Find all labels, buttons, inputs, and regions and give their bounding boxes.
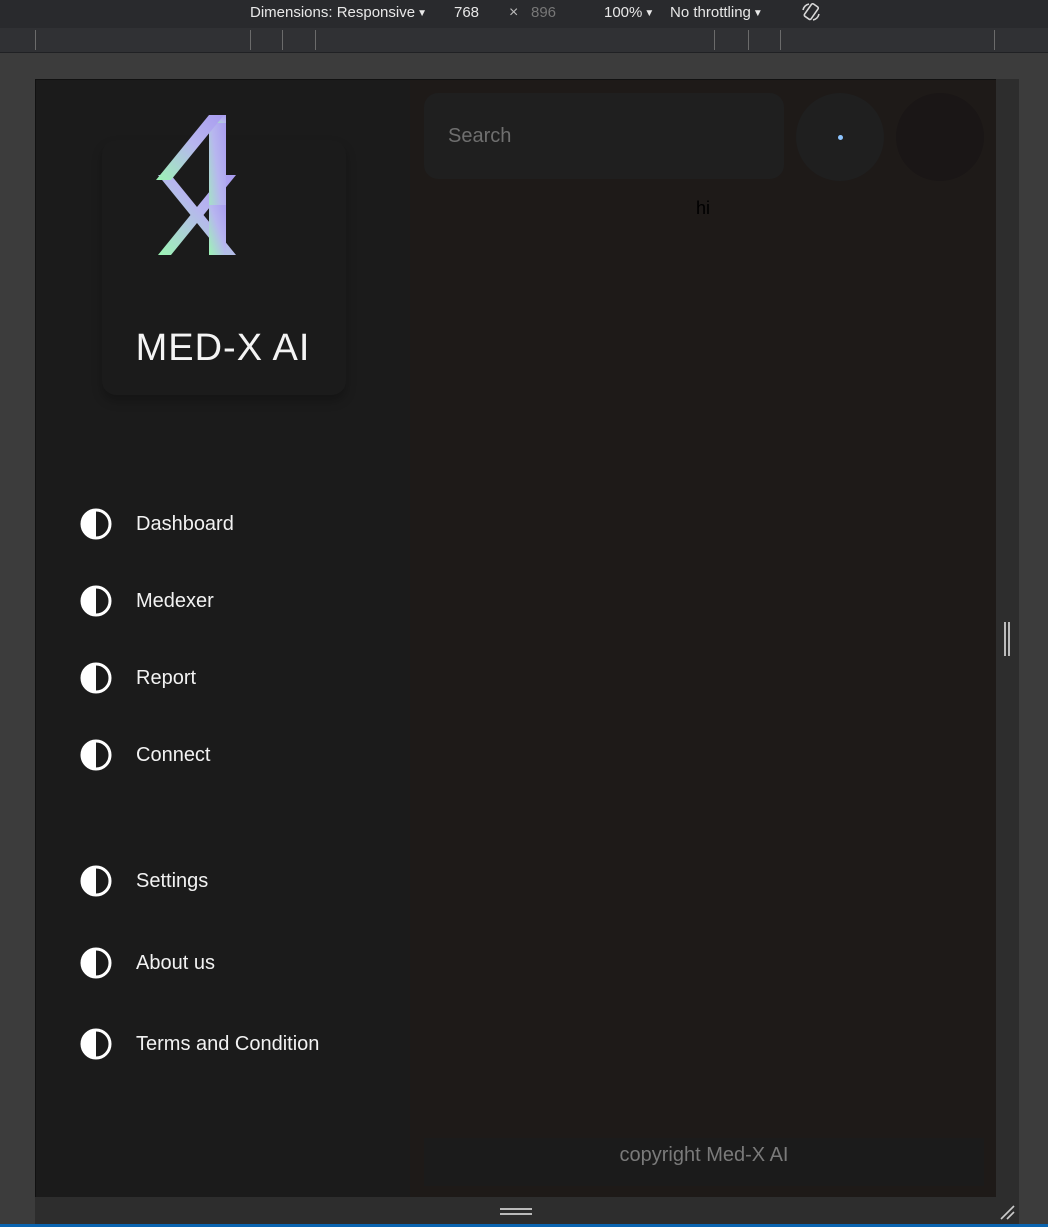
nav-item-settings[interactable]: Settings <box>80 865 208 897</box>
content-text: hi <box>696 198 711 218</box>
half-circle-icon <box>80 585 112 617</box>
nav-item-report[interactable]: Report <box>80 662 196 694</box>
emulated-viewport: MED-X AI Dashboard Medexer Report Connec… <box>35 79 998 1199</box>
dimensions-label: Dimensions: Responsive <box>250 4 416 21</box>
throttling-label: No throttling <box>670 4 751 21</box>
nav-label: Connect <box>136 743 211 766</box>
nav-label: Dashboard <box>136 512 234 535</box>
avatar[interactable] <box>896 93 984 181</box>
nav-label: About us <box>136 951 215 974</box>
nav-item-terms[interactable]: Terms and Condition <box>80 1028 319 1060</box>
half-circle-icon <box>80 947 112 979</box>
footer: copyright Med-X AI <box>424 1138 984 1186</box>
half-circle-icon <box>80 508 112 540</box>
half-circle-icon <box>80 865 112 897</box>
media-query-ruler <box>0 28 1048 53</box>
height-input[interactable]: 896 <box>531 4 556 21</box>
nav-item-about-us[interactable]: About us <box>80 947 215 979</box>
notification-button[interactable] <box>796 93 884 181</box>
copyright-text: copyright Med-X AI <box>619 1144 789 1166</box>
caret-down-icon: ▼ <box>644 8 655 19</box>
half-circle-icon <box>80 1028 112 1060</box>
brand-name: MED-X AI <box>135 327 311 369</box>
nav-label: Report <box>136 666 197 689</box>
dimensions-dropdown[interactable]: Dimensions: Responsive ▼ <box>250 4 427 21</box>
nav-item-medexer[interactable]: Medexer <box>80 585 214 617</box>
caret-down-icon: ▼ <box>752 8 763 19</box>
search-input[interactable] <box>424 93 784 179</box>
width-resize-handle[interactable] <box>1004 622 1010 656</box>
corner-resize-icon[interactable] <box>998 1203 1016 1221</box>
nav-label: Medexer <box>136 589 214 612</box>
rotate-icon[interactable] <box>800 1 822 27</box>
times-icon: × <box>509 4 519 21</box>
zoom-label: 100% <box>604 4 643 21</box>
med-x-logo[interactable] <box>91 115 241 255</box>
main-content <box>410 80 997 1198</box>
devtools-toolbar: Dimensions: Responsive ▼ 768 × 896 100% ▼ … <box>0 0 1048 28</box>
height-resize-handle[interactable] <box>500 1208 532 1215</box>
caret-down-icon: ▼ <box>417 8 427 19</box>
half-circle-icon <box>80 739 112 771</box>
nav-item-connect[interactable]: Connect <box>80 739 211 771</box>
nav-label: Settings <box>136 869 209 892</box>
half-circle-icon <box>80 662 112 694</box>
status-dot <box>838 135 843 140</box>
nav-item-dashboard[interactable]: Dashboard <box>80 508 234 540</box>
nav-label: Terms and Condition <box>136 1032 320 1055</box>
sidebar: MED-X AI Dashboard Medexer Report Connec… <box>36 80 410 1198</box>
zoom-dropdown[interactable]: 100% ▼ <box>604 4 654 21</box>
throttling-dropdown[interactable]: No throttling ▼ <box>670 4 763 21</box>
width-input[interactable]: 768 <box>454 4 479 21</box>
